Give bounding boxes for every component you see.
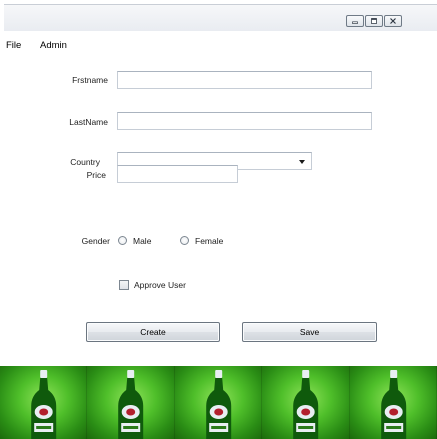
beer-bottle-icon — [293, 370, 319, 439]
create-button[interactable]: Create — [86, 322, 220, 342]
chevron-down-icon — [299, 160, 305, 164]
banner-tile — [0, 366, 88, 439]
gender-male-radio[interactable] — [118, 236, 127, 245]
price-label: Price — [86, 170, 106, 180]
app-window: File Admin Frstname LastName Country Pri… — [0, 0, 437, 439]
save-button[interactable]: Save — [242, 322, 377, 342]
menu-bar: File Admin — [0, 38, 437, 54]
close-button[interactable] — [384, 15, 402, 27]
minimize-button[interactable] — [346, 15, 364, 27]
menu-file[interactable]: File — [6, 40, 21, 51]
approve-user-checkbox[interactable] — [119, 280, 129, 290]
beer-bottle-icon — [380, 370, 406, 439]
lastname-label: LastName — [69, 117, 108, 127]
approve-user-label: Approve User — [134, 280, 186, 290]
maximize-button[interactable] — [365, 15, 383, 27]
country-label: Country — [70, 157, 100, 167]
gender-female-radio[interactable] — [180, 236, 189, 245]
lastname-input[interactable] — [117, 112, 372, 130]
gender-female-label: Female — [195, 236, 224, 246]
firstname-input[interactable] — [117, 71, 372, 89]
menu-admin[interactable]: Admin — [40, 40, 67, 51]
firstname-label: Frstname — [72, 75, 108, 85]
banner-tile — [349, 366, 437, 439]
price-input[interactable] — [117, 165, 238, 183]
banner-tile — [262, 366, 350, 439]
close-icon — [390, 18, 396, 24]
beer-banner-image — [0, 366, 437, 439]
beer-bottle-icon — [205, 370, 231, 439]
gender-label: Gender — [81, 236, 110, 246]
minimize-icon — [352, 21, 358, 24]
gender-male-label: Male — [133, 236, 152, 246]
beer-bottle-icon — [118, 370, 144, 439]
banner-tile — [174, 366, 263, 439]
beer-bottle-icon — [31, 370, 57, 439]
title-bar — [4, 4, 437, 31]
banner-tile — [87, 366, 176, 439]
maximize-icon — [371, 18, 377, 24]
